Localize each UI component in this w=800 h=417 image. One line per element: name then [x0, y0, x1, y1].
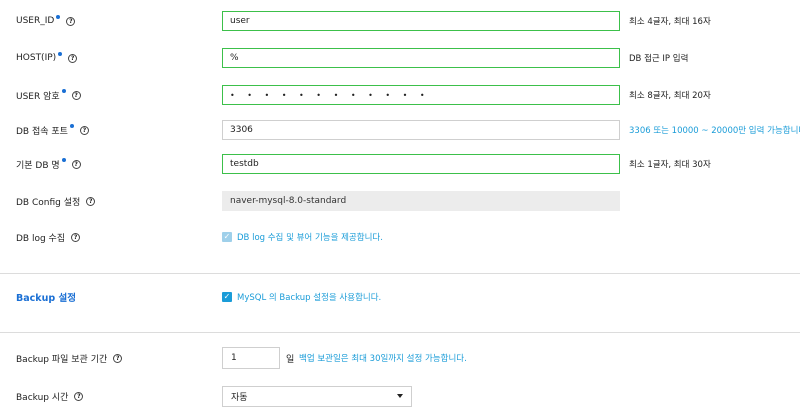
host-hint: DB 접근 IP 입력 [629, 54, 689, 64]
backup-time-label: Backup 시간 [16, 392, 69, 403]
help-icon[interactable]: ? [68, 53, 78, 63]
config-label: DB Config 설정 [16, 197, 81, 208]
required-dot [56, 15, 61, 19]
db-name-hint: 최소 1글자, 최대 30자 [629, 160, 711, 170]
port-input[interactable]: 3306 [222, 120, 620, 140]
required-dot [69, 124, 74, 128]
help-icon[interactable]: ? [113, 353, 123, 363]
row-port: DB 접속 포트 ? 3306 3306 또는 10000 ~ 20000만 입… [0, 115, 800, 145]
retention-hint: 백업 보관일은 최대 30일까지 설정 가능합니다. [299, 354, 467, 364]
db-name-input[interactable]: testdb [222, 154, 620, 174]
host-input[interactable]: % [222, 48, 620, 68]
log-checkbox[interactable]: ✓ DB log 수집 및 뷰어 기능을 제공합니다. [222, 222, 383, 252]
user-id-input[interactable]: user [222, 11, 620, 31]
password-hint: 최소 8글자, 최대 20자 [629, 91, 711, 101]
help-icon[interactable]: ? [71, 232, 81, 242]
check-icon: ✓ [222, 232, 232, 242]
chevron-down-icon [397, 394, 403, 398]
row-password: USER 암호 ? • • • • • • • • • • • • 최소 8글자… [0, 80, 800, 110]
retention-input[interactable]: 1 [222, 347, 280, 369]
help-icon[interactable]: ? [79, 125, 89, 135]
row-log: DB log 수집 ? ✓ DB log 수집 및 뷰어 기능을 제공합니다. [0, 222, 800, 252]
db-name-label: 기본 DB 명 [16, 160, 60, 171]
port-label: DB 접속 포트 [16, 126, 68, 137]
row-host: HOST(IP) ? % DB 접근 IP 입력 [0, 43, 800, 73]
host-label: HOST(IP) [16, 53, 57, 63]
section-divider [0, 273, 800, 274]
user-id-hint: 최소 4글자, 최대 16자 [629, 17, 711, 27]
help-icon[interactable]: ? [86, 196, 96, 206]
help-icon[interactable]: ? [71, 90, 81, 100]
backup-enable-label: MySQL 의 Backup 설정을 사용합니다. [237, 293, 382, 303]
help-icon[interactable]: ? [66, 16, 76, 26]
user-id-label: USER_ID [16, 16, 55, 26]
retention-unit: 일 [286, 354, 295, 365]
required-dot [61, 158, 66, 162]
log-checkbox-label: DB log 수집 및 뷰어 기능을 제공합니다. [237, 233, 383, 243]
check-icon: ✓ [222, 292, 232, 302]
help-icon[interactable]: ? [74, 391, 84, 401]
required-dot [61, 89, 66, 93]
log-label: DB log 수집 [16, 233, 66, 244]
backup-time-select[interactable]: 자동 [222, 386, 412, 407]
port-hint: 3306 또는 10000 ~ 20000만 입력 가능합니다. [629, 126, 800, 136]
password-label: USER 암호 [16, 91, 60, 102]
row-config: DB Config 설정 ? naver-mysql-8.0-standard [0, 186, 800, 216]
section-divider [0, 332, 800, 333]
row-db-name: 기본 DB 명 ? testdb 최소 1글자, 최대 30자 [0, 149, 800, 179]
password-input[interactable]: • • • • • • • • • • • • [222, 85, 620, 105]
row-user-id: USER_ID ? user 최소 4글자, 최대 16자 [0, 6, 800, 36]
config-field: naver-mysql-8.0-standard [222, 191, 620, 211]
help-icon[interactable]: ? [71, 159, 81, 169]
retention-label: Backup 파일 보관 기간 [16, 354, 108, 365]
row-backup-enable: ✓ MySQL 의 Backup 설정을 사용합니다. [0, 283, 800, 311]
backup-enable-checkbox[interactable]: ✓ MySQL 의 Backup 설정을 사용합니다. [222, 283, 381, 311]
required-dot [58, 52, 63, 56]
